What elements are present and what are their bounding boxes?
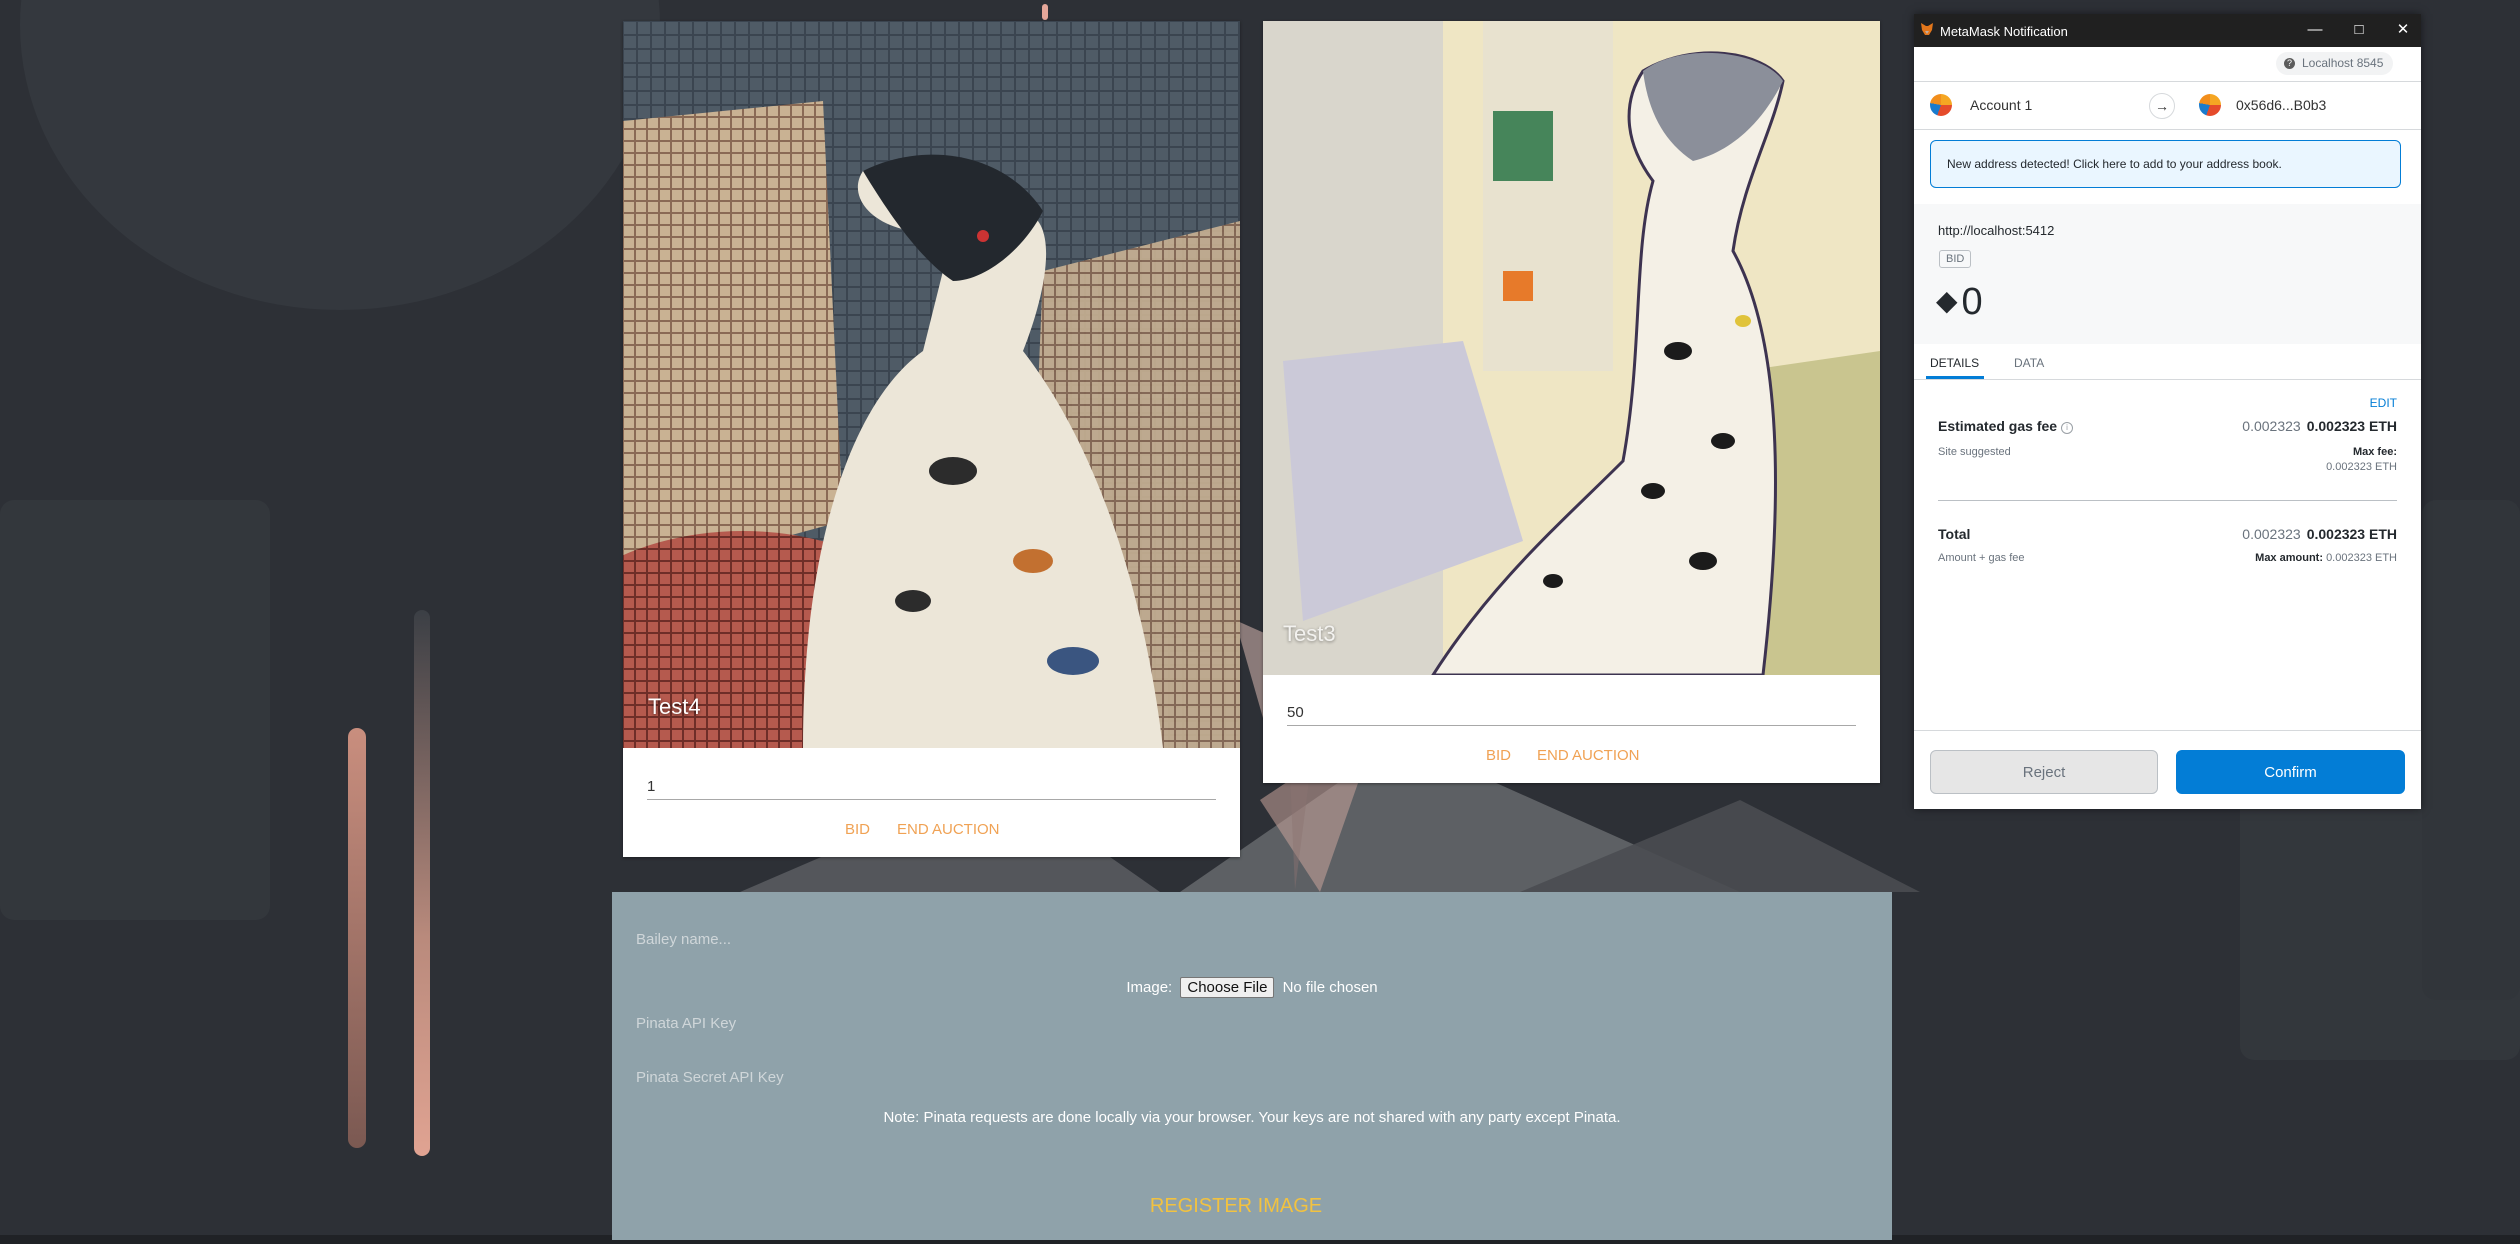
- network-name: Localhost 8545: [2302, 56, 2384, 70]
- total-value: 0.002323 0.002323 ETH: [2242, 526, 2397, 542]
- confirm-button[interactable]: Confirm: [2176, 750, 2405, 794]
- decorative-bar: [1042, 4, 1048, 20]
- card-title: Test4: [648, 694, 701, 719]
- image-upload-row: Image: Choose File No file chosen: [612, 977, 1892, 998]
- dog-image-mosaic: Test4: [623, 21, 1240, 748]
- register-form: Image: Choose File No file chosen Note: …: [612, 892, 1892, 1240]
- divider: [1938, 500, 2397, 501]
- nft-card-test4: Test4 BID END AUCTION: [623, 21, 1240, 857]
- action-footer: Reject Confirm: [1914, 730, 2421, 810]
- transaction-amount: ◆ 0: [1936, 281, 1983, 323]
- dog-photo: [1263, 21, 1880, 675]
- arrow-right-icon: →: [2149, 93, 2175, 119]
- background-circle: [20, 0, 660, 310]
- total-sub: Amount + gas fee: [1938, 552, 2025, 564]
- max-fee-value: 0.002323 ETH: [2326, 461, 2397, 473]
- window-title: MetaMask Notification: [1940, 24, 2068, 39]
- network-pill[interactable]: ? Localhost 8545: [2276, 52, 2394, 75]
- total-label: Total: [1938, 526, 1971, 542]
- edit-gas-link[interactable]: EDIT: [2370, 396, 2397, 410]
- dog-photo: [623, 21, 1240, 748]
- bid-amount-input[interactable]: [647, 773, 1216, 800]
- to-address[interactable]: 0x56d6...B0b3: [2236, 97, 2326, 113]
- origin-url: http://localhost:5412: [1938, 223, 2055, 238]
- card-title: Test3: [1283, 621, 1336, 646]
- method-badge: BID: [1939, 250, 1972, 268]
- max-amount: Max amount: 0.002323 ETH: [2255, 552, 2397, 564]
- minimize-icon[interactable]: —: [2304, 19, 2326, 41]
- pinata-secret-key-input[interactable]: [636, 1066, 1236, 1088]
- from-account[interactable]: Account 1: [1970, 97, 2032, 113]
- pinata-note: Note: Pinata requests are done locally v…: [883, 1109, 1621, 1126]
- new-address-alert[interactable]: New address detected! Click here to add …: [1930, 140, 2401, 188]
- ethereum-icon: ◆: [1936, 285, 1958, 316]
- tab-data[interactable]: DATA: [2014, 356, 2044, 370]
- choose-file-button[interactable]: Choose File: [1180, 977, 1275, 998]
- nft-card-test3: Test3 BID END AUCTION: [1263, 21, 1880, 783]
- metamask-fox-icon: [1921, 23, 1933, 35]
- close-icon[interactable]: ✕: [2392, 19, 2414, 41]
- account-avatar: [1930, 94, 1952, 116]
- recipient-avatar: [2199, 94, 2221, 116]
- decorative-bar: [348, 728, 366, 1148]
- gas-fee-value: 0.002323 0.002323 ETH: [2242, 418, 2397, 434]
- image-label: Image:: [1126, 979, 1173, 996]
- bid-button[interactable]: BID: [1486, 747, 1511, 764]
- active-tab-indicator: [1926, 376, 1984, 379]
- gas-fee-sub: Site suggested: [1938, 446, 2011, 458]
- end-auction-button[interactable]: END AUCTION: [897, 821, 1000, 838]
- account-transfer-row: Account 1 → 0x56d6...B0b3: [1914, 81, 2421, 130]
- bailey-name-input[interactable]: [636, 928, 1236, 950]
- tab-bar: DETAILS DATA: [1914, 344, 2421, 380]
- dog-image-sketch: Test3: [1263, 21, 1880, 675]
- register-image-button[interactable]: REGISTER IMAGE: [612, 1194, 1860, 1219]
- reject-button[interactable]: Reject: [1930, 750, 2158, 794]
- info-icon[interactable]: i: [2061, 422, 2074, 434]
- max-fee: Max fee:: [2352, 446, 2397, 458]
- background-panel: [0, 500, 270, 920]
- background-panel: [2422, 500, 2520, 1000]
- window-titlebar: MetaMask Notification — □ ✕: [1914, 14, 2421, 47]
- pinata-api-key-input[interactable]: [636, 1012, 1236, 1034]
- bid-button[interactable]: BID: [845, 821, 870, 838]
- no-file-text: No file chosen: [1282, 979, 1378, 996]
- bid-amount-input[interactable]: [1287, 699, 1856, 726]
- end-auction-button[interactable]: END AUCTION: [1537, 747, 1640, 764]
- metamask-window: MetaMask Notification — □ ✕ ? Localhost …: [1914, 14, 2421, 809]
- maximize-icon[interactable]: □: [2348, 19, 2370, 41]
- decorative-bar: [414, 610, 430, 1156]
- tab-details[interactable]: DETAILS: [1930, 356, 1979, 370]
- gas-fee-label: Estimated gas fee i: [1938, 418, 2074, 434]
- help-icon: ?: [2284, 58, 2295, 69]
